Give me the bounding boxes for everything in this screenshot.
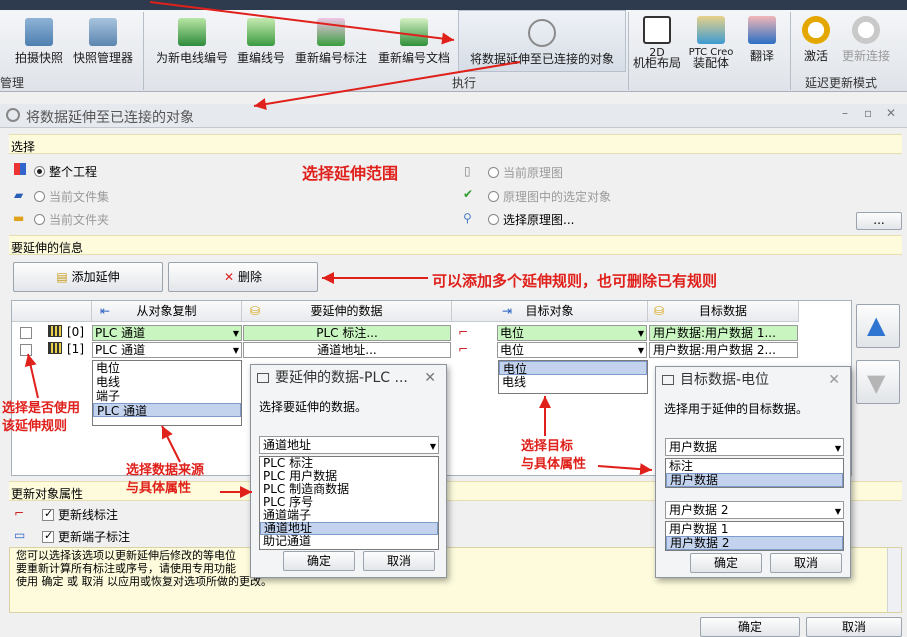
arrow-to-target-dialog: [597, 463, 653, 476]
arrow-to-source-list: [161, 425, 181, 463]
arrow-to-window: [253, 61, 521, 110]
arrow-to-ribbon-button: [149, 1, 455, 45]
arrow-to-checkbox: [24, 353, 39, 399]
annotation-arrows: [24, 1, 653, 498]
